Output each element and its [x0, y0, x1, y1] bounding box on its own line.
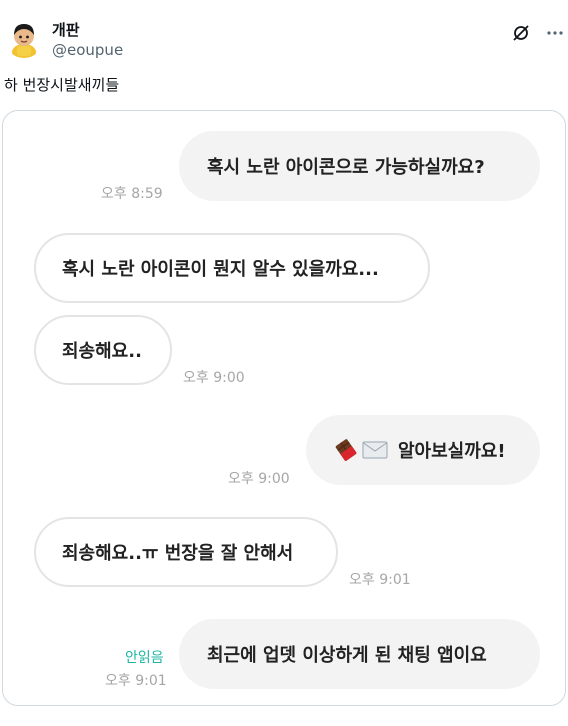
- chocolate-bar-icon: [335, 439, 357, 461]
- message-text: 죄송해요..ㅠ 번장을 잘 안해서: [62, 543, 294, 564]
- tweet: 개판 @eoupue 하 번장시발새끼들 혹시 노란 아이콘으로 가능하실까요?…: [0, 0, 568, 726]
- emoji-group: [334, 438, 388, 462]
- display-name[interactable]: 개판: [52, 20, 123, 40]
- avatar[interactable]: [4, 18, 44, 58]
- unread-status: 안읽음: [125, 650, 164, 666]
- chat-bubble-outgoing: 혹시 노란 아이콘으로 가능하실까요?: [179, 131, 540, 201]
- envelope-icon: [362, 441, 388, 459]
- message-time: 오후 9:00: [228, 471, 290, 487]
- message-text: 최근에 업뎃 이상하게 된 채팅 앱이요: [207, 645, 487, 666]
- more-dots-icon[interactable]: [544, 22, 566, 44]
- user-handle[interactable]: @eoupue: [52, 40, 123, 60]
- chat-bubble-outgoing: 최근에 업뎃 이상하게 된 채팅 앱이요: [179, 619, 540, 689]
- user-info: 개판 @eoupue: [52, 20, 123, 60]
- chat-bubble-incoming: 혹시 노란 아이콘이 뭔지 알수 있을까요...: [34, 233, 430, 303]
- message-text: 죄송해요..: [62, 341, 142, 362]
- cartoon-character-avatar-icon: [4, 18, 44, 58]
- chat-bubble-outgoing: 알아보실까요!: [306, 415, 540, 485]
- grok-icon[interactable]: [510, 22, 532, 44]
- message-time: 오후 8:59: [101, 186, 163, 202]
- chat-bubble-incoming: 죄송해요..ㅠ 번장을 잘 안해서: [34, 517, 338, 587]
- message-text: 알아보실까요!: [398, 441, 506, 462]
- message-text: 혹시 노란 아이콘이 뭔지 알수 있을까요...: [62, 259, 379, 280]
- tweet-media-image[interactable]: 혹시 노란 아이콘으로 가능하실까요? 오후 8:59 혹시 노란 아이콘이 뭔…: [2, 110, 566, 706]
- chat-bubble-incoming: 죄송해요..: [34, 315, 172, 385]
- message-time: 오후 9:00: [183, 370, 245, 386]
- tweet-text: 하 번장시발새끼들: [4, 76, 120, 94]
- message-time: 오후 9:01: [105, 673, 167, 689]
- message-text: 혹시 노란 아이콘으로 가능하실까요?: [207, 157, 485, 178]
- message-time: 오후 9:01: [349, 572, 411, 588]
- tweet-header-actions: [510, 22, 566, 44]
